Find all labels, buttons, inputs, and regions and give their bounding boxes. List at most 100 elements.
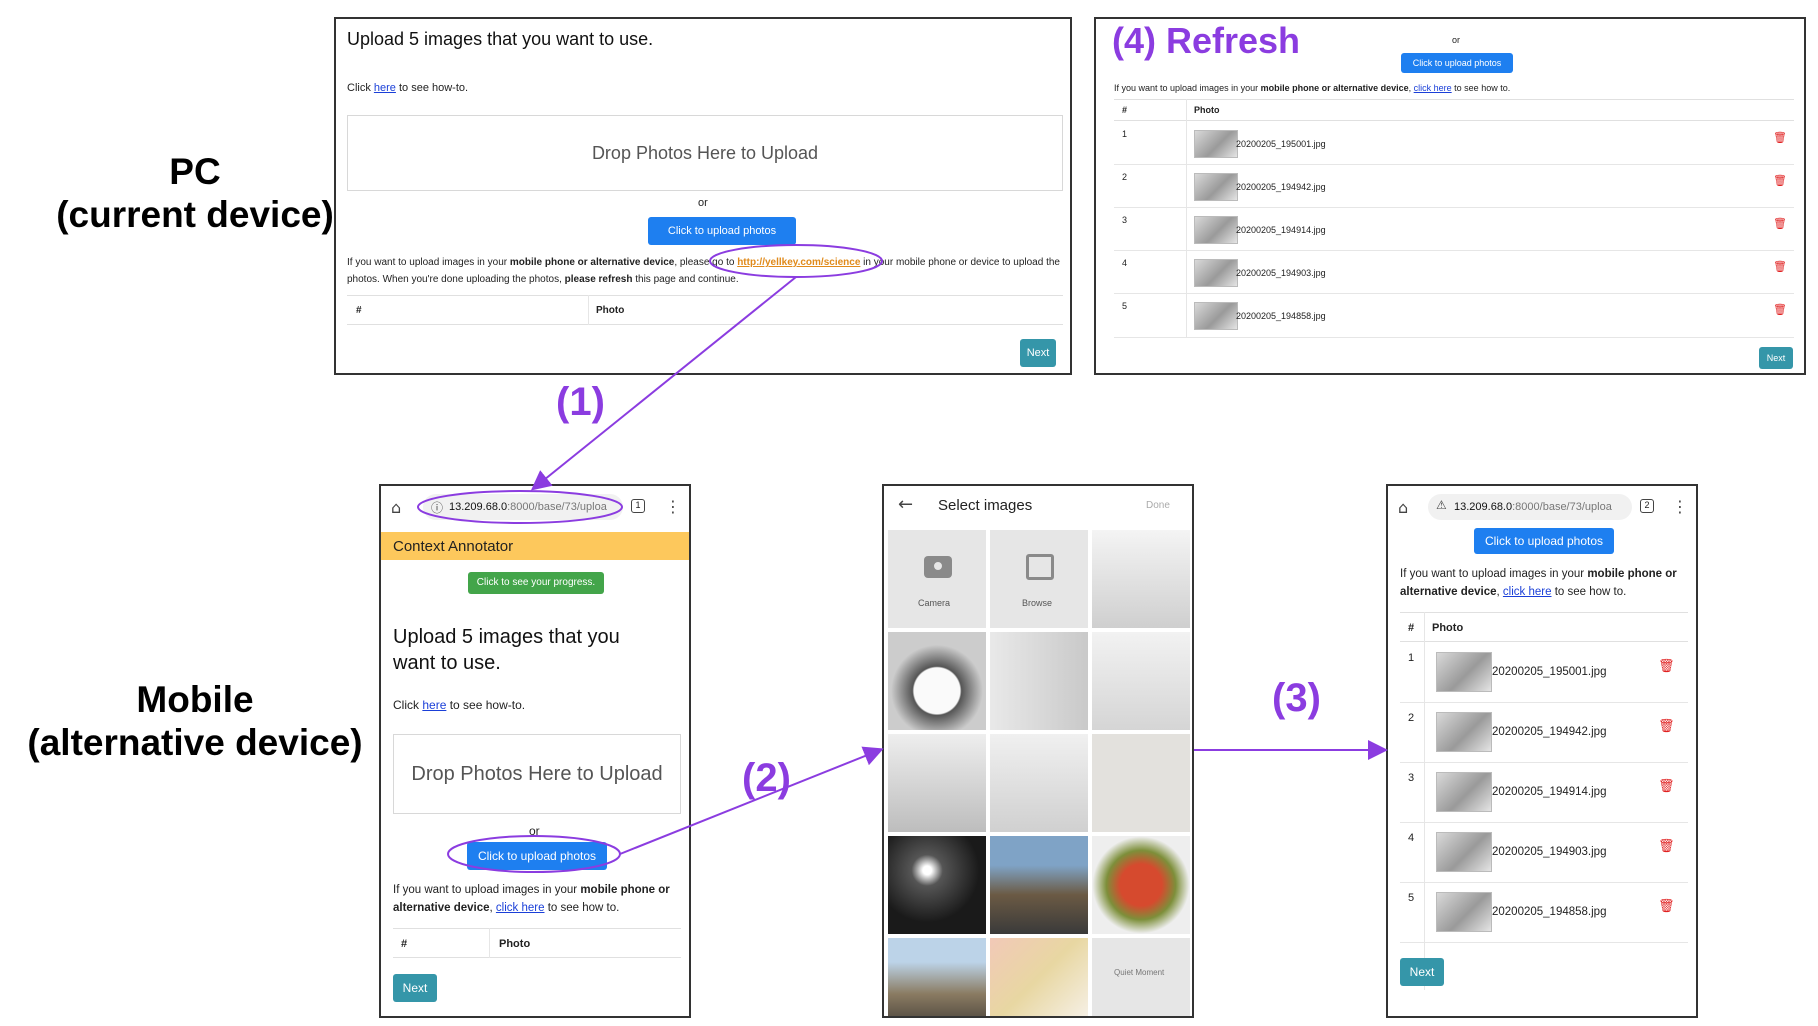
camera-lens	[932, 560, 944, 572]
photo-tile[interactable]	[888, 938, 986, 1016]
photo-tile[interactable]	[888, 734, 986, 832]
gallery-panel: ← Select images Done Camera Browse Quiet…	[882, 484, 1194, 1018]
trash-icon[interactable]: 🗑	[1773, 174, 1787, 187]
photo-tile[interactable]	[888, 836, 986, 934]
click-here-link[interactable]: click here	[496, 902, 545, 914]
row-divider	[1114, 250, 1794, 251]
upload-button[interactable]: Click to upload photos	[1474, 528, 1614, 554]
col-photo: Photo	[1432, 622, 1464, 634]
row-num: 3	[1122, 215, 1128, 225]
home-icon[interactable]: ⌂	[391, 498, 401, 517]
pc-refreshed-panel: or Click to upload photos If you want to…	[1094, 17, 1806, 375]
next-button[interactable]: Next	[393, 974, 437, 1002]
howto-link[interactable]: here	[374, 82, 396, 94]
table-divider	[588, 295, 589, 325]
trash-icon[interactable]: 🗑	[1773, 260, 1787, 273]
howto-post: to see how-to.	[395, 82, 469, 94]
trash-icon[interactable]: 🗑	[1658, 718, 1675, 734]
done-button[interactable]: Done	[1146, 500, 1170, 511]
next-button[interactable]: Next	[1759, 347, 1793, 369]
next-button[interactable]: Next	[1400, 958, 1444, 986]
instr-bold-b: alternative device	[1400, 586, 1497, 598]
instr-text-5: this page and continue.	[632, 274, 739, 285]
instr-text: If you want to upload images in your	[1400, 568, 1588, 580]
tab-count-icon[interactable]: 1	[631, 499, 645, 513]
home-icon[interactable]: ⌂	[1398, 498, 1408, 517]
pc-label-line1: PC	[169, 151, 221, 192]
trash-icon[interactable]: 🗑	[1658, 838, 1675, 854]
yellkey-link[interactable]: http://yellkey.com/science	[737, 257, 860, 268]
url-path: :8000/base/73/uploa	[1512, 501, 1612, 513]
howto-text: Click here to see how-to.	[393, 698, 525, 712]
tile-caption: Quiet Moment	[1114, 968, 1165, 977]
click-here-link[interactable]: click here	[1414, 83, 1452, 93]
progress-button[interactable]: Click to see your progress.	[468, 572, 604, 594]
instr-bold-2: please refresh	[564, 274, 633, 285]
instructions-line2: photos. When you're done uploading the p…	[347, 274, 739, 285]
url-text[interactable]: 13.209.68.0:8000/base/73/uploa	[1454, 501, 1612, 513]
url-text[interactable]: 13.209.68.0:8000/base/73/uploa	[449, 501, 607, 513]
trash-icon[interactable]: 🗑	[1658, 778, 1675, 794]
dropzone[interactable]: Drop Photos Here to Upload	[393, 734, 681, 814]
more-vert-icon[interactable]: ⋮	[665, 497, 681, 516]
howto-link[interactable]: here	[422, 698, 446, 712]
instructions-line1: If you want to upload images in your mob…	[1400, 568, 1677, 580]
photo-tile[interactable]	[1092, 530, 1190, 628]
howto-pre: Click	[393, 698, 423, 712]
row-divider	[1400, 702, 1688, 703]
or-text: or	[1452, 35, 1461, 45]
row-num: 1	[1122, 129, 1128, 139]
browse-tile[interactable]: Browse	[990, 530, 1088, 628]
photo-thumbnail	[1194, 216, 1238, 244]
instr-text-3: to see how to.	[1551, 586, 1627, 598]
back-arrow-icon[interactable]: ←	[898, 494, 913, 515]
trash-icon[interactable]: 🗑	[1658, 898, 1675, 914]
howto-pre: Click	[347, 82, 374, 94]
photo-tile[interactable]	[1092, 836, 1190, 934]
trash-icon[interactable]: 🗑	[1773, 217, 1787, 230]
camera-tile[interactable]: Camera	[888, 530, 986, 628]
instr-text: If you want to upload images in your	[347, 257, 510, 268]
file-name: 20200205_194858.jpg	[1236, 311, 1326, 321]
row-num: 2	[1408, 712, 1415, 724]
photo-thumbnail	[1436, 892, 1492, 932]
row-num: 4	[1408, 832, 1415, 844]
col-photo: Photo	[596, 305, 625, 316]
upload-button[interactable]: Click to upload photos	[467, 842, 607, 870]
step-3-label: (3)	[1272, 676, 1321, 720]
file-name: 20200205_195001.jpg	[1492, 666, 1607, 678]
col-photo: Photo	[499, 938, 531, 950]
photo-thumbnail	[1194, 130, 1238, 158]
col-num: #	[401, 938, 408, 950]
upload-button[interactable]: Click to upload photos	[1401, 53, 1513, 73]
photo-tile[interactable]	[990, 734, 1088, 832]
col-num: #	[356, 305, 362, 316]
warning-icon: ⚠	[1436, 498, 1447, 512]
image-icon	[1026, 554, 1054, 580]
photo-tile[interactable]	[888, 632, 986, 730]
trash-icon[interactable]: 🗑	[1773, 303, 1787, 316]
file-name: 20200205_194858.jpg	[1492, 906, 1607, 918]
tab-count-icon[interactable]: 2	[1640, 499, 1654, 513]
photo-tile[interactable]	[990, 632, 1088, 730]
photo-tile[interactable]	[1092, 632, 1190, 730]
photo-tile[interactable]	[1092, 734, 1190, 832]
mobile-upload-panel: ⌂ ⓘ 13.209.68.0:8000/base/73/uploa 1 ⋮ C…	[379, 484, 691, 1018]
more-vert-icon[interactable]: ⋮	[1672, 497, 1688, 516]
url-path: :8000/base/73/uploa	[507, 501, 607, 513]
row-divider	[1114, 207, 1794, 208]
step-2-label: (2)	[742, 756, 791, 800]
url-host: 13.209.68.0	[1454, 501, 1513, 513]
upload-button[interactable]: Click to upload photos	[648, 217, 796, 245]
photo-tile[interactable]: Quiet Moment	[1092, 938, 1190, 1016]
instr-bold: mobile phone or	[1587, 568, 1677, 580]
next-button[interactable]: Next	[1020, 339, 1056, 367]
trash-icon[interactable]: 🗑	[1658, 658, 1675, 674]
photo-tile[interactable]	[990, 938, 1088, 1016]
photo-tile[interactable]	[990, 836, 1088, 934]
click-here-link[interactable]: click here	[1503, 586, 1552, 598]
trash-icon[interactable]: 🗑	[1773, 131, 1787, 144]
instr-bold: mobile phone or alternative device	[509, 257, 675, 268]
mobile-label-line1: Mobile	[136, 679, 254, 720]
dropzone[interactable]: Drop Photos Here to Upload	[347, 115, 1063, 191]
